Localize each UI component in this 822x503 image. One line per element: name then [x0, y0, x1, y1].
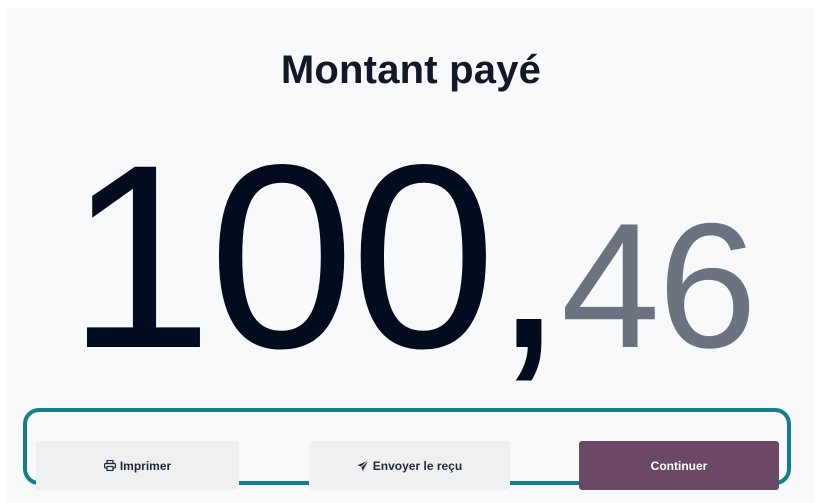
paper-plane-icon	[357, 459, 369, 472]
continue-button-label: Continuer	[650, 458, 708, 473]
printer-icon	[103, 460, 116, 471]
print-button-label: Imprimer	[119, 458, 172, 473]
amount-decimal: 46	[560, 186, 757, 385]
amount-paid-display: 100,46	[7, 126, 815, 388]
send-receipt-button-label: Envoyer le reçu	[372, 458, 463, 473]
amount-integer: 100,	[67, 110, 565, 403]
action-bar: Imprimer Envoyer le reçu Continuer	[0, 412, 822, 503]
page-title: Montant payé	[280, 48, 542, 92]
print-button[interactable]: Imprimer	[36, 441, 239, 490]
continue-button[interactable]: Continuer	[579, 441, 779, 490]
send-receipt-button[interactable]: Envoyer le reçu	[309, 441, 510, 490]
